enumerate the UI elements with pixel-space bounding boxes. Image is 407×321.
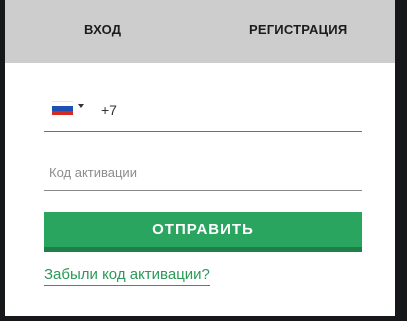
phone-field <box>44 88 362 132</box>
page-background: ВХОД РЕГИСТРАЦИЯ ОТПРАВИТЬ Забыли код ак… <box>0 0 407 321</box>
auth-card: ВХОД РЕГИСТРАЦИЯ ОТПРАВИТЬ Забыли код ак… <box>5 0 395 316</box>
russia-flag-icon[interactable] <box>52 101 73 115</box>
tab-register[interactable]: РЕГИСТРАЦИЯ <box>249 22 347 40</box>
phone-input[interactable] <box>101 100 351 120</box>
activation-code-input[interactable] <box>49 163 349 181</box>
auth-tabs: ВХОД РЕГИСТРАЦИЯ <box>5 0 395 63</box>
activation-code-field <box>44 150 362 191</box>
chevron-down-icon[interactable] <box>78 104 84 108</box>
tab-login[interactable]: ВХОД <box>84 22 121 40</box>
submit-button[interactable]: ОТПРАВИТЬ <box>44 212 362 252</box>
forgot-code-link[interactable]: Забыли код активации? <box>44 266 210 286</box>
